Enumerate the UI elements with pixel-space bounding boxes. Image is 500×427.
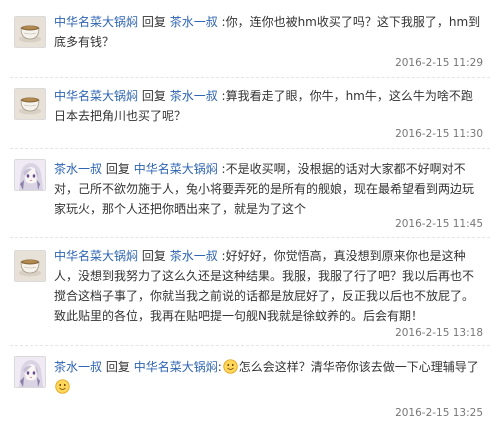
reply-timestamp: 2016-2-15 13:18 <box>395 327 483 339</box>
reply-body: 茶水一叔 回复 中华名菜大锅焖: 怎么会这样？清华帝你该去做一下心理辅导了 <box>54 357 484 397</box>
author-name[interactable]: 茶水一叔 <box>54 162 102 176</box>
reply-body: 中华名菜大锅焖 回复 茶水一叔 :好好好，你觉悟高，真没想到原来你也是这种人，没… <box>54 246 484 326</box>
smiley-emoji-icon <box>55 379 70 394</box>
reply-timestamp: 2016-2-15 13:25 <box>395 407 483 419</box>
user-avatar-teacup[interactable] <box>14 250 46 282</box>
teacup-avatar-icon <box>15 17 45 47</box>
user-avatar-teacup[interactable] <box>14 88 46 120</box>
reply-body: 中华名菜大锅焖 回复 茶水一叔 :你，连你也被hm收买了吗？这下我服了，hm到底… <box>54 12 484 52</box>
anime-girl-avatar-icon <box>15 357 45 387</box>
reply-item: 中华名菜大锅焖 回复 茶水一叔 :好好好，你觉悟高，真没想到原来你也是这种人，没… <box>0 238 500 344</box>
reply-label: 回复 <box>141 249 166 263</box>
reply-item: 茶水一叔 回复 中华名菜大锅焖 :不是收买啊，没根据的话对大家都不好啊对不对，己… <box>0 149 500 236</box>
reply-target-name[interactable]: 茶水一叔 <box>170 249 218 263</box>
anime-girl-avatar-icon <box>15 160 45 190</box>
reply-body: 茶水一叔 回复 中华名菜大锅焖 :不是收买啊，没根据的话对大家都不好啊对不对，己… <box>54 159 484 219</box>
author-name[interactable]: 中华名菜大锅焖 <box>54 89 138 103</box>
reply-item: 中华名菜大锅焖 回复 茶水一叔 :算我看走了眼，你牛，hm牛，这么牛为啥不跑日本… <box>0 78 500 146</box>
reply-label: 回复 <box>141 89 166 103</box>
reply-thread: 中华名菜大锅焖 回复 茶水一叔 :你，连你也被hm收买了吗？这下我服了，hm到底… <box>0 0 500 427</box>
reply-item: 中华名菜大锅焖 回复 茶水一叔 :你，连你也被hm收买了吗？这下我服了，hm到底… <box>0 0 500 76</box>
user-avatar-anime[interactable] <box>14 356 46 388</box>
reply-target-name[interactable]: 茶水一叔 <box>170 89 218 103</box>
reply-body: 中华名菜大锅焖 回复 茶水一叔 :算我看走了眼，你牛，hm牛，这么牛为啥不跑日本… <box>54 86 484 126</box>
reply-label: 回复 <box>105 360 130 374</box>
teacup-avatar-icon <box>15 89 45 119</box>
reply-label: 回复 <box>141 15 166 29</box>
reply-timestamp: 2016-2-15 11:45 <box>395 218 483 230</box>
reply-label: 回复 <box>105 162 130 176</box>
author-name[interactable]: 中华名菜大锅焖 <box>54 15 138 29</box>
reply-target-name[interactable]: 中华名菜大锅焖 <box>134 360 218 374</box>
user-avatar-teacup[interactable] <box>14 16 46 48</box>
reply-target-name[interactable]: 中华名菜大锅焖 <box>134 162 218 176</box>
teacup-avatar-icon <box>15 251 45 281</box>
reply-timestamp: 2016-2-15 11:30 <box>395 128 483 140</box>
reply-timestamp: 2016-2-15 11:29 <box>395 57 483 69</box>
smiley-emoji-icon <box>223 359 238 374</box>
author-name[interactable]: 中华名菜大锅焖 <box>54 249 138 263</box>
user-avatar-anime[interactable] <box>14 159 46 191</box>
reply-target-name[interactable]: 茶水一叔 <box>170 15 218 29</box>
reply-item: 茶水一叔 回复 中华名菜大锅焖: 怎么会这样？清华帝你该去做一下心理辅导了 20… <box>0 346 500 427</box>
reply-text-prefix: : <box>217 360 222 374</box>
reply-text: 怎么会这样？清华帝你该去做一下心理辅导了 <box>238 360 479 374</box>
author-name[interactable]: 茶水一叔 <box>54 360 102 374</box>
